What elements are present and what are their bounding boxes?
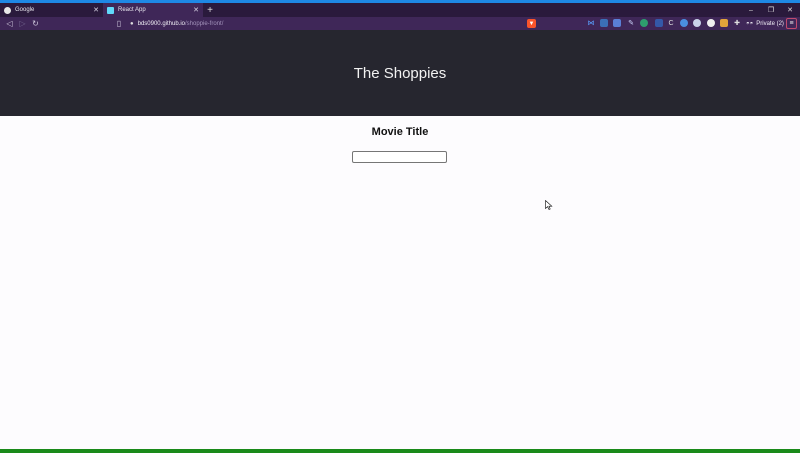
bookmark-icon[interactable]: ▯ xyxy=(114,18,124,29)
google-icon xyxy=(4,6,11,14)
react-icon xyxy=(107,6,114,14)
incognito-icon: ◓◓ xyxy=(746,20,754,27)
main-content: Movie Title xyxy=(0,116,800,449)
extension-icon[interactable]: ⋈ xyxy=(587,19,595,27)
extension-icon[interactable] xyxy=(613,19,621,27)
minimize-button[interactable]: – xyxy=(741,3,761,17)
extension-icon[interactable] xyxy=(600,19,608,27)
close-icon[interactable]: ✕ xyxy=(93,6,99,14)
address-bar[interactable]: ● bds0900.github.io /shoppie-front/ xyxy=(130,18,540,29)
menu-icon[interactable]: ≡ xyxy=(786,18,797,29)
lock-icon: ● xyxy=(130,20,134,27)
url-path: /shoppie-front/ xyxy=(185,20,224,27)
tab-google[interactable]: Google ✕ xyxy=(0,3,103,17)
forward-icon[interactable]: ▷ xyxy=(17,18,28,29)
extension-icon[interactable] xyxy=(655,19,663,27)
browser-toolbar: ◁ ▷ ↻ ▯ ● bds0900.github.io /shoppie-fro… xyxy=(0,17,800,30)
extension-icon[interactable] xyxy=(707,19,715,27)
extension-icon[interactable]: ✎ xyxy=(627,19,635,27)
extension-icon[interactable] xyxy=(640,19,648,27)
bottom-status-bar xyxy=(0,449,800,453)
close-window-button[interactable]: ✕ xyxy=(780,3,800,17)
reload-icon[interactable]: ↻ xyxy=(30,18,41,29)
tab-react-app[interactable]: React App ✕ xyxy=(103,3,203,17)
close-icon[interactable]: ✕ xyxy=(193,6,199,14)
puzzle-icon[interactable]: ✚ xyxy=(733,19,741,27)
extension-icon[interactable] xyxy=(693,19,701,27)
back-icon[interactable]: ◁ xyxy=(4,18,15,29)
app-header: The Shoppies xyxy=(0,30,800,116)
search-label: Movie Title xyxy=(371,126,429,138)
brave-shields-icon[interactable]: ▼ xyxy=(527,19,536,28)
extension-icon[interactable]: C xyxy=(667,19,675,27)
tab-strip: Google ✕ React App ✕ + – ❐ ✕ xyxy=(0,3,800,17)
extension-icon[interactable] xyxy=(720,19,728,27)
tab-title: React App xyxy=(118,7,146,13)
restore-button[interactable]: ❐ xyxy=(761,3,781,17)
movie-title-input[interactable] xyxy=(352,151,447,163)
private-window-indicator[interactable]: ◓◓ Private (2) xyxy=(746,18,784,29)
tab-title: Google xyxy=(15,7,35,13)
page-title: The Shoppies xyxy=(353,64,447,82)
extension-icon[interactable] xyxy=(680,19,688,27)
new-tab-button[interactable]: + xyxy=(205,3,215,17)
mouse-cursor-icon xyxy=(545,200,553,210)
url-host: bds0900.github.io xyxy=(137,20,185,27)
